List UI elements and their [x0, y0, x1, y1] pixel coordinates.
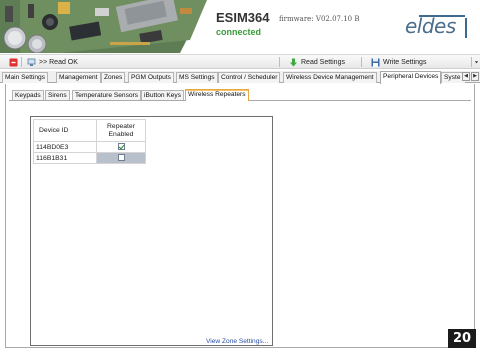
disconnect-button[interactable]: [9, 56, 18, 68]
column-header-device-id[interactable]: Device ID: [33, 119, 97, 142]
disconnect-icon: [9, 58, 18, 66]
subtab-keypads[interactable]: Keypads: [12, 90, 44, 100]
wireless-repeaters-grid[interactable]: Device ID Repeater Enabled 114BD0E3 116B…: [30, 116, 273, 346]
read-ok-button[interactable]: >> Read OK: [27, 56, 78, 68]
save-icon: [371, 58, 380, 66]
table-row[interactable]: 114BD0E3: [33, 141, 146, 153]
read-ok-label: >> Read OK: [39, 58, 78, 66]
logo-text: eldes: [405, 14, 456, 38]
tab-main-settings[interactable]: Main Settings: [2, 72, 48, 83]
repeater-enabled-cell[interactable]: [96, 152, 146, 164]
device-name: ESIM364: [216, 10, 270, 25]
write-settings-label: Write Settings: [383, 58, 427, 66]
tab-pgm-outputs[interactable]: PGM Outputs: [128, 72, 174, 83]
table-row[interactable]: 116B1B31: [33, 152, 146, 164]
column-header-repeater-enabled-label: Repeater Enabled: [107, 122, 135, 138]
device-id-cell[interactable]: 116B1B31: [33, 152, 97, 164]
logo-line: [419, 15, 465, 17]
tab-wireless-device-management[interactable]: Wireless Device Management: [283, 72, 377, 83]
subtab-temperature-sensors[interactable]: Temperature Sensors: [72, 90, 142, 100]
subtab-wireless-repeaters[interactable]: Wireless Repeaters: [185, 89, 249, 101]
logo-bar: [465, 18, 467, 38]
chevron-left-icon[interactable]: ◀: [462, 72, 470, 81]
subtab-ibutton-keys[interactable]: iButton Keys: [141, 90, 185, 100]
tab-control-scheduler[interactable]: Control / Scheduler: [218, 72, 281, 83]
repeater-enabled-cell[interactable]: [96, 141, 146, 153]
chevron-right-icon[interactable]: ▶: [471, 72, 479, 81]
toolbar-overflow-button[interactable]: [474, 56, 479, 68]
repeaters-table: Device ID Repeater Enabled 114BD0E3 116B…: [33, 119, 146, 164]
tab-management[interactable]: Management: [56, 72, 101, 83]
toolbar-separator: [361, 57, 362, 67]
toolbar: >> Read OK Read Settings Write Settings: [0, 54, 480, 69]
header: ESIM364 connected firmware: V02.07.10 B …: [0, 0, 480, 53]
toolbar-separator: [471, 57, 472, 67]
write-settings-button[interactable]: Write Settings: [371, 56, 426, 68]
read-settings-button[interactable]: Read Settings: [289, 56, 345, 68]
repeater-enabled-checkbox[interactable]: [117, 143, 125, 151]
tab-peripheral-devices[interactable]: Peripheral Devices: [380, 71, 442, 84]
view-zone-settings-link[interactable]: View Zone Settings...: [206, 338, 268, 345]
column-header-repeater-enabled[interactable]: Repeater Enabled: [96, 119, 146, 142]
toolbar-separator: [21, 57, 22, 67]
chevron-down-icon: [474, 60, 479, 63]
subtab-sirens[interactable]: Sirens: [45, 90, 70, 100]
tab-zones[interactable]: Zones: [101, 72, 126, 83]
page-number-badge: 20: [448, 329, 476, 348]
repeater-enabled-checkbox[interactable]: [117, 154, 125, 162]
tab-scroll-controls: ◀ ▶: [462, 72, 479, 81]
download-arrow-icon: [290, 58, 297, 66]
firmware-version: firmware: V02.07.10 B: [279, 15, 360, 23]
computer-icon: [27, 58, 36, 66]
read-settings-label: Read Settings: [301, 58, 345, 66]
tab-ms-settings[interactable]: MS Settings: [176, 72, 218, 83]
main-tab-bar: Main Settings Management Zones PGM Outpu…: [0, 71, 480, 84]
connection-status: connected: [216, 27, 262, 37]
device-id-cell[interactable]: 114BD0E3: [33, 141, 97, 153]
toolbar-separator: [279, 57, 280, 67]
table-header-row: Device ID Repeater Enabled: [33, 119, 146, 142]
device-board-image: [0, 0, 207, 53]
eldes-logo: eldes: [405, 14, 467, 44]
